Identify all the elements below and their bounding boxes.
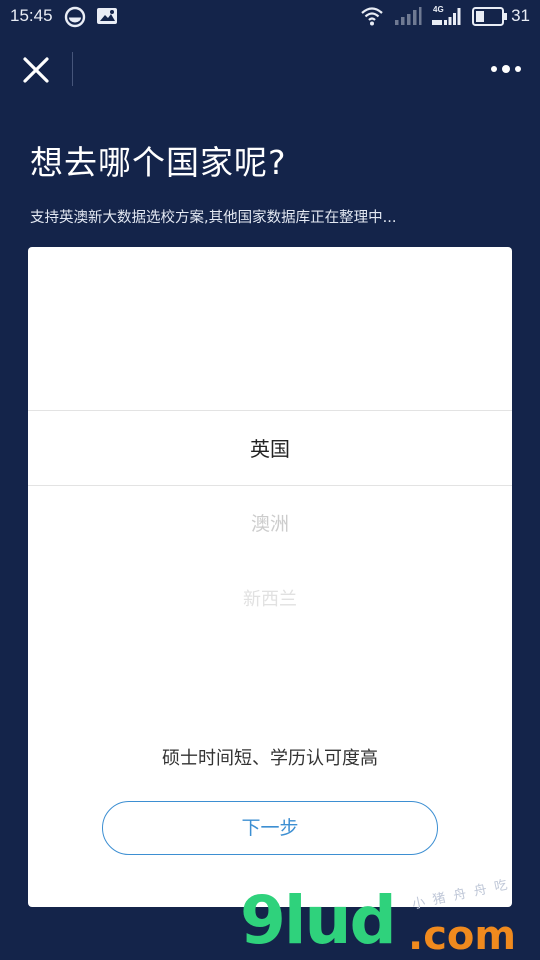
- signal-4g-icon: [432, 6, 462, 30]
- picker-top-line: [28, 410, 512, 411]
- picker-option-uk[interactable]: 英国: [28, 433, 512, 462]
- close-button[interactable]: [18, 52, 54, 88]
- battery-icon: [472, 7, 508, 30]
- nav-divider: [72, 52, 73, 86]
- country-card: 英国 澳洲 新西兰 硕士时间短、学历认可度高 下一步: [28, 247, 512, 907]
- close-icon: [23, 57, 49, 83]
- picker-option-new-zealand[interactable]: 新西兰: [28, 585, 512, 611]
- picker-option-australia[interactable]: 澳洲: [28, 509, 512, 536]
- watermark-logo: 9lud: [240, 882, 397, 959]
- browser-icon: [64, 6, 86, 32]
- signal-icon: [394, 6, 422, 30]
- status-bar: 15:45 4G 31: [0, 0, 540, 34]
- watermark: 9lud .com 小猪舟舟吃: [240, 876, 540, 960]
- photo-notification-icon: [96, 6, 118, 30]
- status-time: 15:45: [10, 6, 53, 25]
- page-title: 想去哪个国家呢?: [30, 143, 287, 182]
- country-description: 硕士时间短、学历认可度高: [162, 748, 378, 769]
- page-subtitle: 支持英澳新大数据选校方案,其他国家数据库正在整理中...: [30, 210, 397, 226]
- more-dots-icon: [491, 65, 521, 73]
- country-picker[interactable]: 英国 澳洲 新西兰: [28, 247, 512, 667]
- more-button[interactable]: [486, 56, 526, 82]
- page: 15:45 4G 31 想去哪个国家呢? 支持英澳新大数据选校方案,其他国家数据…: [0, 0, 540, 960]
- picker-bottom-line: [28, 485, 512, 486]
- next-step-button[interactable]: 下一步: [102, 801, 438, 855]
- wifi-icon: [360, 5, 384, 31]
- battery-level: 31: [511, 6, 530, 25]
- watermark-suffix: .com: [408, 913, 517, 959]
